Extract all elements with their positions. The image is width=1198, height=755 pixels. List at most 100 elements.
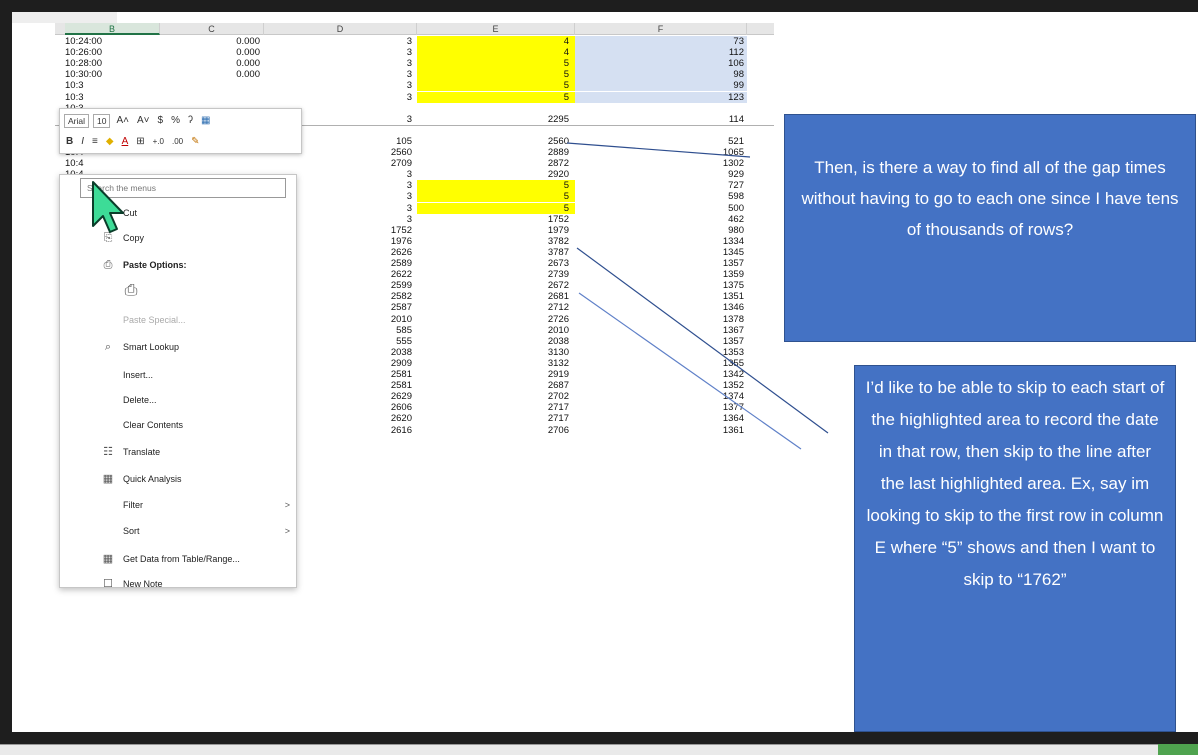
cell-e[interactable]: 2010 — [417, 325, 575, 336]
italic-icon[interactable]: I — [79, 135, 86, 149]
cell-e[interactable]: 3787 — [417, 247, 575, 258]
cell-e[interactable]: 2706 — [417, 425, 575, 436]
currency-format-icon[interactable]: $ — [156, 114, 166, 128]
menu-item-filter[interactable]: Filter > — [60, 493, 296, 517]
cell-c[interactable]: 0.000 — [160, 47, 264, 58]
cell-c[interactable]: 0.000 — [160, 69, 264, 80]
cell-f[interactable]: 1367 — [575, 325, 747, 336]
comma-style-icon[interactable]: ʔ — [186, 114, 195, 128]
grow-font-icon[interactable]: A˄ — [114, 114, 131, 128]
menu-item-sort[interactable]: Sort > — [60, 519, 296, 543]
cell-e[interactable]: 2889 — [417, 147, 575, 158]
cell-c[interactable] — [160, 158, 264, 169]
table-row[interactable]: 10:26:00 0.000 3 4 112 — [55, 47, 774, 59]
cell-f[interactable]: 980 — [575, 225, 747, 236]
cell-e[interactable]: 5 — [417, 91, 575, 103]
column-header-e[interactable]: E — [417, 23, 575, 35]
table-row[interactable]: 10:28:00 0.000 3 5 106 — [55, 58, 774, 70]
cell-b[interactable]: 10:3 — [65, 92, 160, 103]
cell-e[interactable]: 2702 — [417, 391, 575, 402]
cell-e[interactable]: 3130 — [417, 347, 575, 358]
cell-f[interactable]: 1342 — [575, 369, 747, 380]
font-color-icon[interactable]: A — [120, 135, 131, 149]
cell-f[interactable]: 521 — [575, 136, 747, 147]
cell-d[interactable]: 3 — [264, 92, 417, 103]
cell-e[interactable]: 5 — [417, 191, 575, 203]
column-header-f[interactable]: F — [575, 23, 747, 35]
menu-item-clear-contents[interactable]: Clear Contents — [60, 413, 296, 437]
cell-f[interactable]: 114 — [575, 114, 747, 125]
fill-color-icon[interactable]: ◆ — [104, 135, 116, 149]
cell-f[interactable]: 500 — [575, 203, 747, 214]
font-name-select[interactable]: Arial — [64, 114, 90, 128]
percent-format-icon[interactable]: % — [169, 114, 182, 128]
cell-f[interactable]: 1359 — [575, 269, 747, 280]
cell-e[interactable]: 2717 — [417, 413, 575, 424]
cell-e[interactable]: 3132 — [417, 358, 575, 369]
cell-e[interactable]: 2920 — [417, 169, 575, 180]
table-row[interactable]: 10:30:00 0.000 3 5 98 — [55, 69, 774, 81]
cell-b[interactable]: 10:28:00 — [65, 58, 160, 69]
cell-f[interactable]: 1302 — [575, 158, 747, 169]
cell-d[interactable]: 3 — [264, 47, 417, 58]
cell-f[interactable]: 929 — [575, 169, 747, 180]
cell-e[interactable]: 1752 — [417, 214, 575, 225]
cell-d[interactable]: 3 — [264, 58, 417, 69]
cell-b[interactable]: 10:30:00 — [65, 69, 160, 80]
cell-f[interactable]: 1378 — [575, 314, 747, 325]
borders-icon[interactable]: ⊞ — [134, 135, 146, 149]
cell-d[interactable]: 3 — [264, 36, 417, 47]
cell-f[interactable]: 1065 — [575, 147, 747, 158]
menu-item-new-note[interactable]: ☐ New Note — [60, 572, 296, 587]
cell-e[interactable]: 2295 — [417, 114, 575, 125]
table-row[interactable]: 10:24:00 0.000 3 4 73 — [55, 36, 774, 47]
cell-f[interactable]: 112 — [575, 47, 747, 59]
cell-e[interactable]: 4 — [417, 36, 575, 47]
cell-e[interactable]: 2919 — [417, 369, 575, 380]
cell-f[interactable]: 1357 — [575, 336, 747, 347]
format-painter-icon[interactable]: ✎ — [189, 135, 201, 149]
cell-b[interactable]: 10:4 — [65, 158, 160, 169]
column-header-b[interactable]: B — [65, 23, 160, 35]
cell-e[interactable]: 5 — [417, 180, 575, 192]
cell-f[interactable]: 598 — [575, 191, 747, 202]
cell-f[interactable]: 98 — [575, 69, 747, 81]
cell-e[interactable]: 2038 — [417, 336, 575, 347]
cell-e[interactable]: 2739 — [417, 269, 575, 280]
bottom-scrollbar[interactable] — [0, 744, 1198, 755]
cell-e[interactable]: 3782 — [417, 236, 575, 247]
cell-f[interactable]: 1351 — [575, 291, 747, 302]
cell-f[interactable]: 1345 — [575, 247, 747, 258]
cell-b[interactable]: 10:24:00 — [65, 36, 160, 47]
table-row[interactable]: 10:3 3 5 123 — [55, 91, 774, 103]
cell-e[interactable]: 2672 — [417, 280, 575, 291]
bold-icon[interactable]: B — [64, 135, 75, 149]
cell-f[interactable]: 1353 — [575, 347, 747, 358]
increase-decimal-icon[interactable]: +.0 — [151, 135, 166, 149]
cell-f[interactable]: 99 — [575, 80, 747, 92]
column-header-d[interactable]: D — [264, 23, 417, 35]
cell-e[interactable]: 5 — [417, 202, 575, 214]
menu-item-insert[interactable]: Insert... — [60, 363, 296, 387]
table-row[interactable]: 10:4 2709 2872 1302 — [55, 158, 774, 169]
cell-f[interactable]: 1334 — [575, 236, 747, 247]
cell-d[interactable]: 3 — [264, 80, 417, 91]
cell-e[interactable]: 5 — [417, 69, 575, 81]
menu-item-paste-options[interactable]: ⎙ Paste Options: — [60, 253, 296, 277]
cell-f[interactable]: 123 — [575, 91, 747, 103]
cell-b[interactable]: 10:26:00 — [65, 47, 160, 58]
cell-f[interactable]: 1375 — [575, 280, 747, 291]
cell-f[interactable]: 1346 — [575, 302, 747, 313]
cell-f[interactable]: 462 — [575, 214, 747, 225]
cell-d[interactable]: 2709 — [264, 158, 417, 169]
cell-c[interactable]: 0.000 — [160, 36, 264, 47]
menu-item-quick-analysis[interactable]: ▦ Quick Analysis — [60, 467, 296, 491]
cell-c[interactable]: 0.000 — [160, 58, 264, 69]
cell-e[interactable]: 2687 — [417, 380, 575, 391]
cell-f[interactable]: 1357 — [575, 258, 747, 269]
cell-e[interactable]: 5 — [417, 58, 575, 70]
cell-f[interactable]: 73 — [575, 36, 747, 47]
menu-item-delete[interactable]: Delete... — [60, 388, 296, 412]
table-row[interactable]: 10:3 3 5 99 — [55, 80, 774, 92]
menu-item-paste-special[interactable]: Paste Special... — [60, 308, 296, 332]
